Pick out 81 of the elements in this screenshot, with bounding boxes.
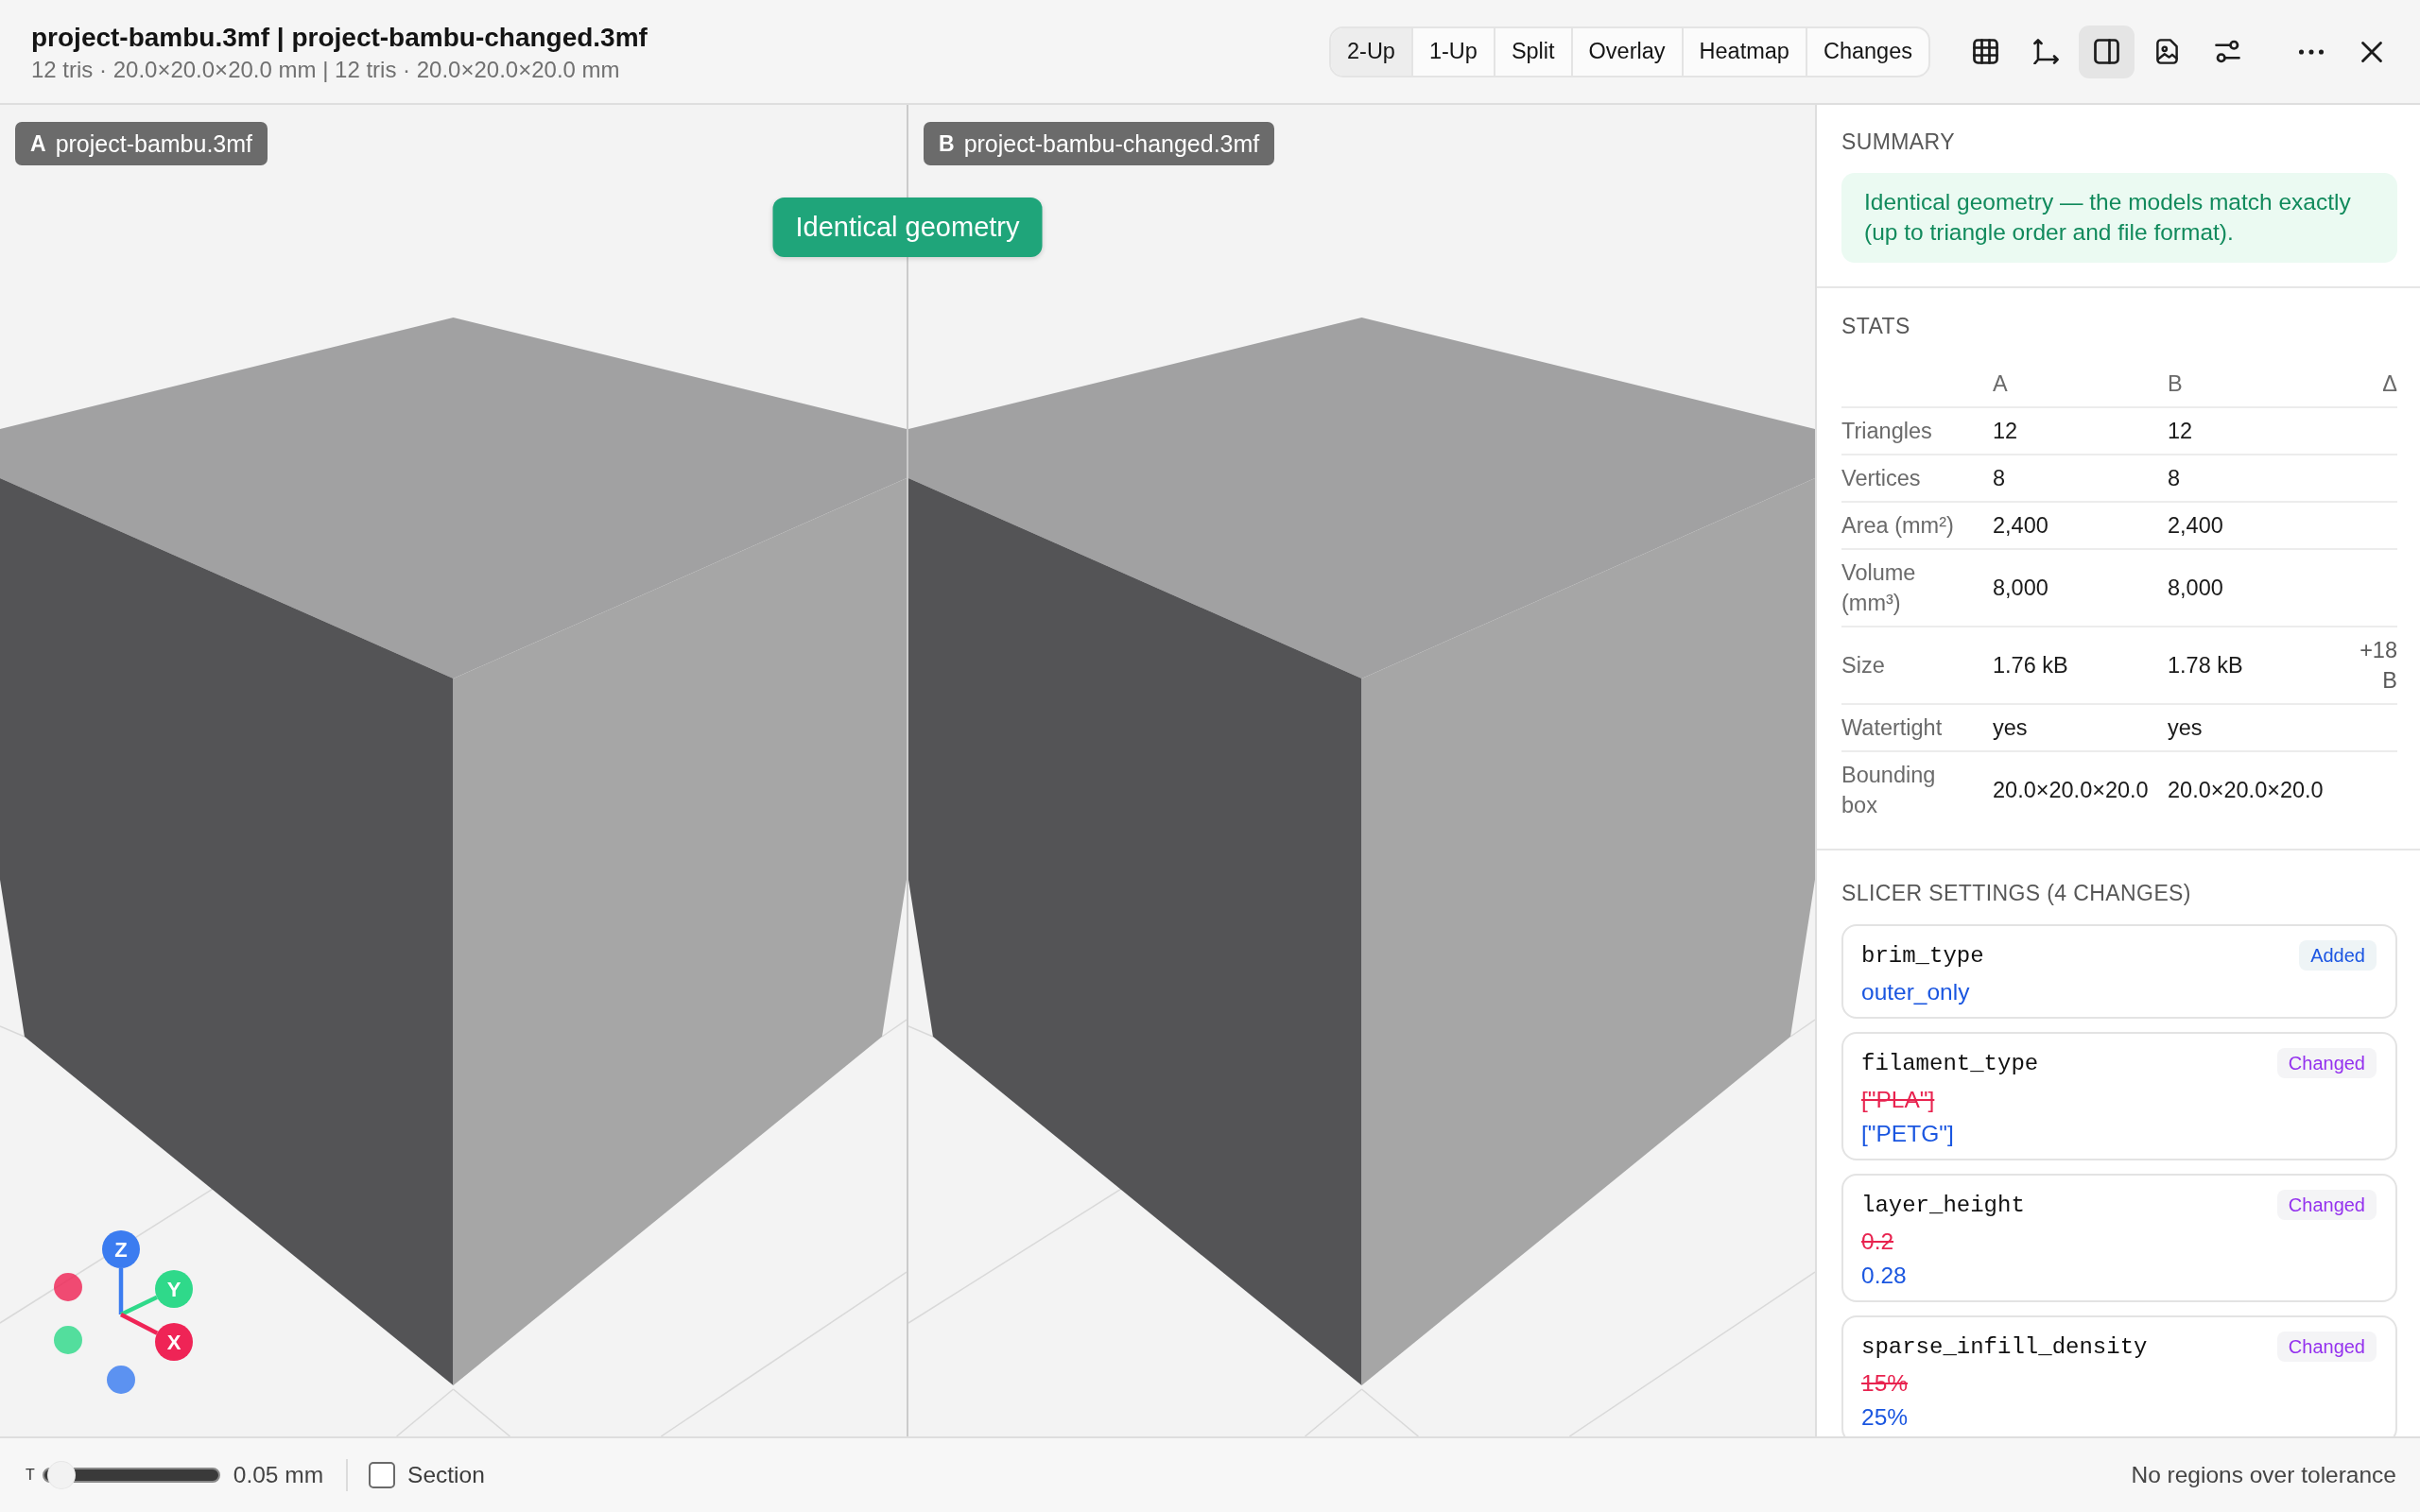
view-mode-tab[interactable]: Split [1495, 27, 1573, 76]
stat-value: 8 [2168, 465, 2181, 492]
stat-value: 8 [1993, 465, 2006, 492]
window-subtitle: 12 tris · 20.0×20.0×20.0 mm | 12 tris · 20.0×20.0×20.0 mm [31, 55, 620, 84]
image-file-icon [2154, 39, 2180, 64]
stat-label: Area (mm²) [1841, 512, 1954, 540]
viewport-letter: B [939, 130, 955, 157]
column-header: A [1993, 370, 2008, 398]
stat-value: 8,000 [1993, 575, 2048, 602]
stat-label: Triangles [1841, 418, 1932, 445]
axis-lines [118, 1268, 159, 1335]
setting-key: layer_height [1861, 1192, 2025, 1218]
view-mode-tab[interactable]: 2-Up [1331, 27, 1413, 76]
setting-key: filament_type [1861, 1050, 2039, 1076]
setting-key: brim_type [1861, 942, 1984, 969]
section-heading: SUMMARY [1841, 129, 1956, 154]
view-mode-tab[interactable]: Overlay [1572, 27, 1684, 76]
new-value: 25% [1861, 1403, 1910, 1432]
sliders-icon [2215, 39, 2240, 64]
stat-value: 1.76 kB [1993, 652, 2068, 679]
stat-value: 20.0×20.0×20.0 [1993, 777, 2149, 804]
file-name: project-bambu.3mf [55, 129, 253, 158]
viewport-letter: A [30, 130, 46, 157]
summary-message: Identical geometry — the models match exactly (up to triangle order and file format). [1841, 173, 2397, 263]
window-title: project-bambu.3mf | project-bambu-changed.3mf [31, 21, 648, 54]
stat-value: 2,400 [1993, 512, 2048, 540]
stat-value: 1.78 kB [2168, 652, 2243, 679]
axis-label: Y [166, 1278, 182, 1301]
column-header: Δ [2382, 370, 2397, 398]
axis-handle[interactable] [155, 1270, 193, 1308]
stat-label: Watertight [1841, 714, 1943, 742]
old-value: 0.2 [1861, 1228, 1895, 1256]
axis-handle[interactable] [155, 1323, 193, 1361]
slider-thumb[interactable] [48, 1462, 76, 1488]
stat-value: 8,000 [2168, 575, 2223, 602]
axis-label: X [166, 1331, 182, 1354]
view-mode-tab[interactable]: 1-Up [1412, 27, 1495, 76]
new-value: 0.28 [1861, 1262, 1908, 1290]
old-value: ["PLA"] [1861, 1086, 1936, 1114]
new-value: outer_only [1861, 978, 1971, 1006]
checkbox-label: Section [407, 1462, 485, 1488]
axis-dot[interactable] [54, 1273, 82, 1301]
change-badge: Changed [2276, 1190, 2377, 1220]
sidebar-panel-icon [2094, 39, 2119, 64]
stat-value: 12 [1993, 418, 2018, 445]
view-mode-tab[interactable]: Changes [1806, 27, 1928, 76]
more-icon [2297, 48, 2325, 55]
status-text: No regions over tolerance [2131, 1462, 2396, 1488]
setting-key: sparse_infill_density [1861, 1333, 2148, 1360]
change-badge: Changed [2276, 1048, 2377, 1078]
stat-label: Volume (mm³) [1841, 559, 1917, 617]
verdict-badge: Identical geometry [772, 198, 1043, 257]
grid-icon [1973, 39, 1998, 64]
axis-dot[interactable] [107, 1366, 135, 1394]
view-mode-tab[interactable]: Heatmap [1683, 27, 1807, 76]
toolbar-button[interactable] [2079, 25, 2135, 78]
axis-dot[interactable] [54, 1326, 82, 1354]
axis-handle[interactable] [102, 1230, 140, 1268]
stat-value: 2,400 [2168, 512, 2223, 540]
change-badge: Changed [2276, 1332, 2377, 1362]
stat-label: Bounding box [1841, 762, 1937, 819]
column-header: B [2168, 370, 2183, 398]
axes-icon [2033, 39, 2059, 64]
stat-label: Vertices [1841, 465, 1921, 492]
old-value: 15% [1861, 1369, 1910, 1398]
slider-label: T [26, 1467, 35, 1484]
new-value: ["PETG"] [1861, 1120, 1955, 1148]
section-heading: STATS [1841, 314, 1911, 338]
stat-value: yes [1993, 714, 2028, 742]
stat-value: 20.0×20.0×20.0 [2168, 777, 2324, 804]
close-icon [2360, 41, 2382, 62]
change-badge: Added [2299, 940, 2377, 971]
file-name: project-bambu-changed.3mf [963, 129, 1260, 158]
section-heading: SLICER SETTINGS (4 CHANGES) [1841, 881, 2192, 905]
section-checkbox[interactable] [369, 1462, 396, 1488]
stat-delta: +18 B [2359, 637, 2397, 695]
axis-label: Z [114, 1238, 128, 1262]
stat-value: yes [2168, 714, 2203, 742]
stat-label: Size [1841, 652, 1885, 679]
stat-value: 12 [2168, 418, 2193, 445]
tolerance-reading: 0.05 mm [233, 1462, 324, 1488]
